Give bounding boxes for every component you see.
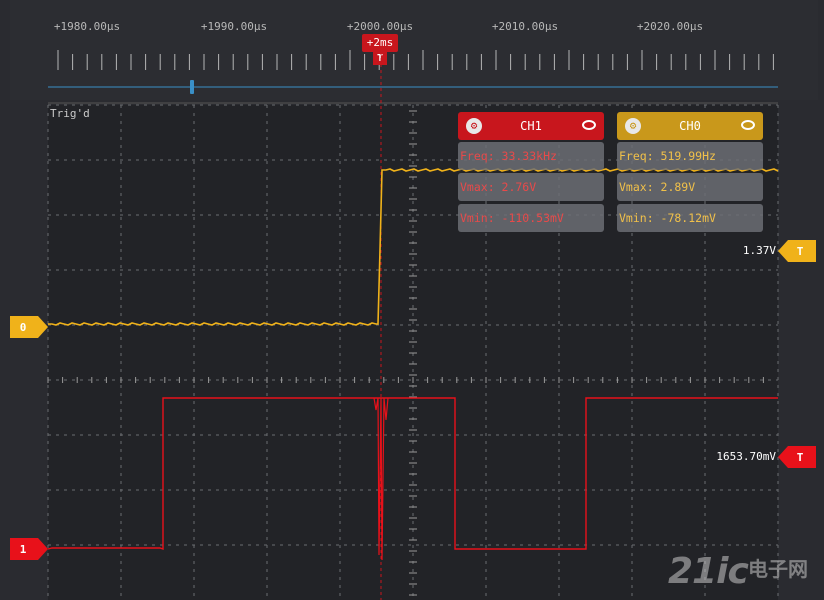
waveform-canvas [47,52,779,600]
ch0-ground-label: 0 [20,321,27,334]
ch0-vmax-readout: Vmax: 2.89V [617,173,763,201]
ch0-trigger-level-tag[interactable]: T [778,240,816,262]
ch1-vmin-readout: Vmin: -110.53mV [458,204,604,232]
ch0-vmin-readout: Vmin: -78.12mV [617,204,763,232]
ch0-trigger-tag-glyph: T [797,245,804,258]
watermark-brand: 21ic [668,551,749,592]
ch0-panel-header[interactable]: ⚙ CH0 [617,112,763,140]
ch0-freq-readout: Freq: 519.99Hz [617,142,763,170]
ch0-visibility-eye-icon[interactable] [741,120,755,130]
ch1-freq-readout: Freq: 33.33kHz [458,142,604,170]
watermark-site: 电子网 [748,557,808,581]
ch1-trigger-level-value: 1653.70mV [716,450,776,463]
site-watermark: 21ic 电子网 [668,551,818,593]
ch1-measure-panel: ⚙ CH1 Freq: 33.33kHz Vmax: 2.76V Vmin: -… [458,112,604,232]
trigger-status: Trig'd [50,107,90,120]
ch0-ground-marker[interactable]: 0 [10,316,48,338]
ch1-glitch [373,397,389,561]
ch0-trigger-level-value: 1.37V [742,244,776,257]
ch1-trigger-tag-glyph: T [797,451,804,464]
ch1-visibility-eye-icon[interactable] [582,120,596,130]
ch1-ground-label: 1 [20,543,27,556]
ch1-vmax-readout: Vmax: 2.76V [458,173,604,201]
ch1-panel-header[interactable]: ⚙ CH1 [458,112,604,140]
ch1-trigger-level-tag[interactable]: T [778,446,816,468]
ch0-measure-panel: ⚙ CH0 Freq: 519.99Hz Vmax: 2.89V Vmin: -… [617,112,763,232]
ch1-ground-marker[interactable]: 1 [10,538,48,560]
oscilloscope-screen: +1980.00µs +1990.00µs +2000.00µs +2010.0… [0,0,824,600]
